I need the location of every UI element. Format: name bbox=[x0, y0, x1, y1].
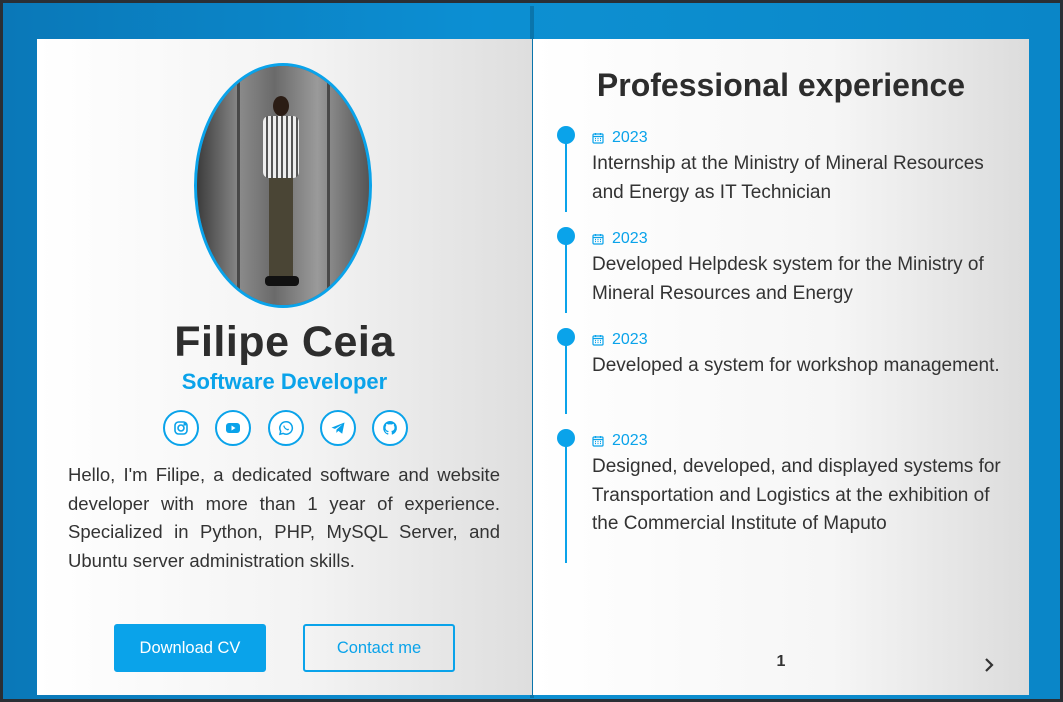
timeline-year: 2023 bbox=[612, 432, 648, 449]
contact-me-button[interactable]: Contact me bbox=[303, 624, 455, 672]
social-links bbox=[163, 410, 408, 450]
timeline-description: Internship at the Ministry of Mineral Re… bbox=[592, 153, 984, 203]
instagram-link[interactable] bbox=[163, 410, 199, 446]
calendar-icon bbox=[592, 234, 604, 245]
calendar-icon bbox=[592, 335, 604, 346]
timeline-year: 2023 bbox=[612, 129, 648, 146]
timeline-description: Designed, developed, and displayed syste… bbox=[592, 456, 1001, 535]
timeline-dot bbox=[557, 429, 575, 447]
timeline-item: 2023 Developed a system for workshop man… bbox=[557, 328, 1017, 429]
download-cv-button[interactable]: Download CV bbox=[114, 624, 266, 672]
avatar-person bbox=[261, 86, 301, 296]
timeline-date: 2023 bbox=[592, 227, 1017, 251]
whatsapp-link[interactable] bbox=[267, 410, 304, 446]
calendar-icon bbox=[592, 436, 604, 447]
telegram-icon bbox=[331, 422, 345, 434]
instagram-icon bbox=[174, 421, 188, 435]
timeline-dot bbox=[557, 126, 575, 144]
timeline-date: 2023 bbox=[592, 429, 1017, 453]
telegram-link[interactable] bbox=[319, 410, 356, 446]
timeline-dot bbox=[557, 227, 575, 245]
profile-name: Filipe Ceia bbox=[174, 318, 395, 366]
avatar bbox=[194, 63, 372, 308]
profile-bio: Hello, I'm Filipe, a dedicated software … bbox=[68, 464, 500, 572]
profile-page: Filipe Ceia Software Developer Hello, I'… bbox=[37, 39, 532, 695]
timeline-item: 2023 Internship at the Ministry of Miner… bbox=[557, 126, 1017, 227]
youtube-link[interactable] bbox=[215, 410, 252, 446]
profile-role: Software Developer bbox=[181, 369, 388, 394]
chevron-right-icon bbox=[985, 658, 994, 672]
github-link[interactable] bbox=[372, 410, 408, 446]
experience-page: Professional experience 2023 Internship … bbox=[533, 39, 1029, 695]
calendar-icon bbox=[592, 133, 604, 144]
youtube-icon bbox=[226, 423, 241, 433]
timeline-year: 2023 bbox=[612, 331, 648, 348]
book-frame: Filipe Ceia Software Developer Hello, I'… bbox=[0, 0, 1063, 702]
experience-timeline: 2023 Internship at the Ministry of Miner… bbox=[557, 126, 1017, 569]
timeline-date: 2023 bbox=[592, 126, 1017, 150]
timeline-dot bbox=[557, 328, 575, 346]
page-number: 1 bbox=[776, 653, 786, 670]
timeline-description: Developed Helpdesk system for the Minist… bbox=[592, 254, 984, 304]
timeline-item: 2023 Designed, developed, and displayed … bbox=[557, 429, 1017, 569]
next-page-button[interactable] bbox=[979, 653, 999, 677]
timeline-year: 2023 bbox=[612, 230, 648, 247]
timeline-date: 2023 bbox=[592, 328, 1017, 352]
github-icon bbox=[383, 421, 397, 435]
whatsapp-icon bbox=[278, 421, 293, 436]
experience-title: Professional experience bbox=[596, 67, 966, 103]
timeline-item: 2023 Developed Helpdesk system for the M… bbox=[557, 227, 1017, 328]
timeline-description: Developed a system for workshop manageme… bbox=[592, 355, 1000, 376]
